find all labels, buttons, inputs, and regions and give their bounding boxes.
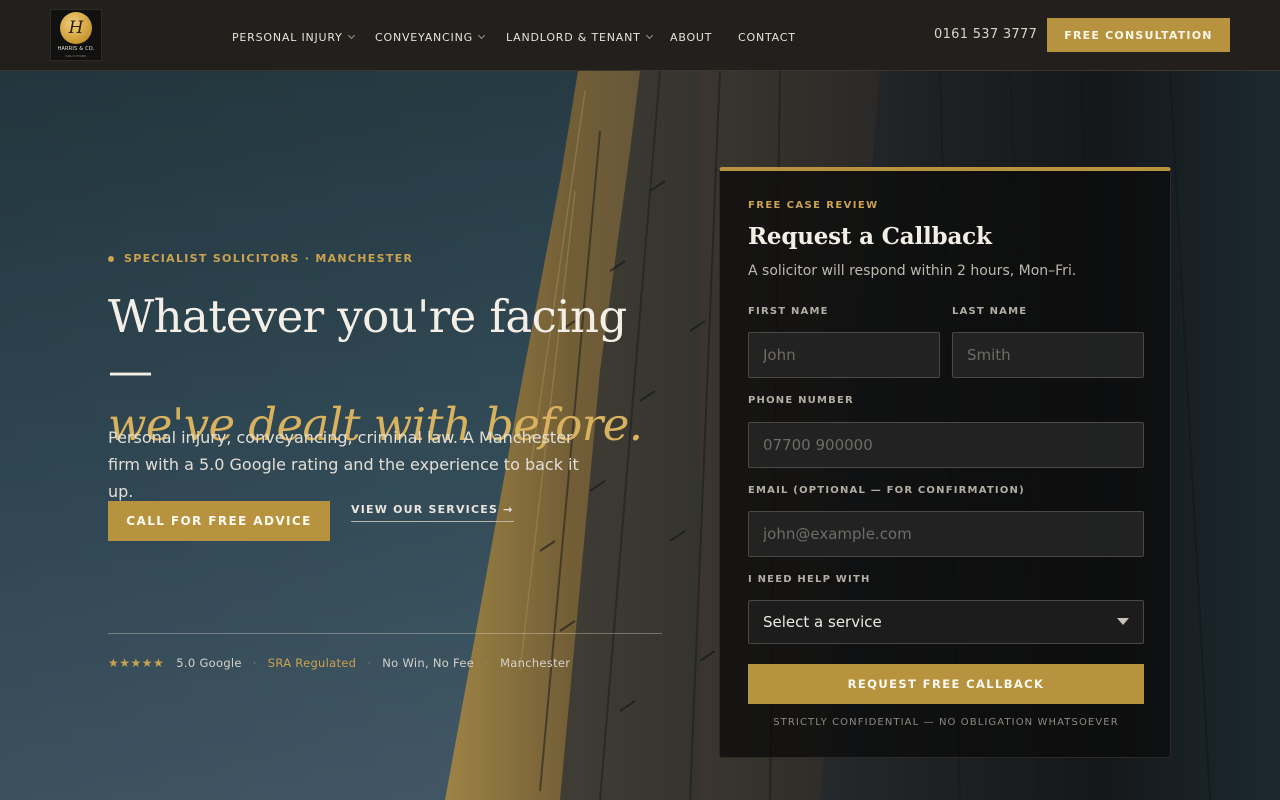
hero-lede: Personal injury, conveyancing, criminal … — [108, 428, 579, 501]
service-label: I NEED HELP WITH — [748, 574, 871, 585]
last-name-input[interactable] — [952, 332, 1144, 378]
header-phone-link[interactable]: 0161 537 3777 — [934, 27, 1037, 42]
phone-input[interactable] — [748, 422, 1144, 468]
site-header: H HARRIS & CO. SOLICITORS PERSONAL INJUR… — [0, 0, 1280, 71]
logo-tagline: SOLICITORS — [65, 54, 87, 58]
main-nav: PERSONAL INJURY CONVEYANCING LANDLORD & … — [232, 29, 808, 45]
trust-location: Manchester — [500, 656, 571, 670]
call-free-advice-button[interactable]: CALL FOR FREE ADVICE — [108, 501, 330, 541]
trust-bar: ★★★★★ 5.0 Google · SRA Regulated · No Wi… — [108, 656, 570, 670]
phone-label: PHONE NUMBER — [748, 395, 854, 406]
last-name-label: LAST NAME — [952, 306, 1028, 317]
callback-form-card: FREE CASE REVIEW Request a Callback A so… — [719, 167, 1171, 758]
logo-monogram: H — [60, 12, 92, 44]
headline-line-1: Whatever you're facing — — [108, 290, 627, 397]
first-name-label: FIRST NAME — [748, 306, 829, 317]
trust-separator: · — [485, 656, 490, 670]
form-subtitle: A solicitor will respond within 2 hours,… — [748, 263, 1077, 279]
trust-regulated: SRA Regulated — [267, 656, 357, 670]
nav-item-about[interactable]: ABOUT — [670, 29, 738, 45]
form-title: Request a Callback — [748, 223, 992, 250]
first-name-input[interactable] — [748, 332, 940, 378]
free-consultation-button[interactable]: FREE CONSULTATION — [1047, 18, 1230, 52]
email-label: EMAIL (OPTIONAL — FOR CONFIRMATION) — [748, 485, 1025, 496]
email-input[interactable] — [748, 511, 1144, 557]
form-eyebrow: FREE CASE REVIEW — [748, 200, 879, 211]
rating-stars-icon: ★★★★★ — [108, 656, 165, 670]
hero-divider — [108, 633, 662, 634]
chevron-down-icon — [347, 31, 355, 40]
nav-item-conveyancing[interactable]: CONVEYANCING — [375, 29, 506, 45]
logo[interactable]: H HARRIS & CO. SOLICITORS — [50, 9, 102, 61]
bullet-dot-icon — [108, 255, 114, 262]
hero-eyebrow: SPECIALIST SOLICITORS · MANCHESTER — [108, 252, 413, 265]
service-select[interactable]: Select a service — [748, 600, 1144, 644]
trust-separator: · — [252, 656, 257, 670]
service-select-value: Select a service — [763, 613, 882, 631]
nav-item-label: CONVEYANCING — [375, 30, 473, 44]
nav-item-landlord-tenant[interactable]: LANDLORD & TENANT — [506, 29, 670, 45]
form-fineprint: STRICTLY CONFIDENTIAL — NO OBLIGATION WH… — [773, 717, 1119, 728]
trust-rating: 5.0 Google — [176, 656, 242, 670]
nav-item-contact[interactable]: CONTACT — [738, 29, 808, 45]
nav-item-personal-injury[interactable]: PERSONAL INJURY — [232, 29, 375, 45]
nav-item-label: CONTACT — [738, 30, 796, 44]
chevron-down-icon — [645, 31, 653, 40]
nav-item-label: ABOUT — [670, 30, 713, 44]
request-callback-button[interactable]: REQUEST FREE CALLBACK — [748, 664, 1144, 704]
hero-eyebrow-text: SPECIALIST SOLICITORS · MANCHESTER — [124, 252, 414, 265]
chevron-down-icon — [477, 31, 485, 40]
trust-fee: No Win, No Fee — [382, 656, 475, 670]
trust-separator: · — [367, 656, 372, 670]
caret-down-icon — [1117, 618, 1129, 625]
logo-name: HARRIS & CO. — [57, 46, 95, 52]
view-services-link[interactable]: VIEW OUR SERVICES → — [351, 503, 514, 522]
nav-item-label: PERSONAL INJURY — [232, 30, 343, 44]
nav-item-label: LANDLORD & TENANT — [506, 30, 641, 44]
